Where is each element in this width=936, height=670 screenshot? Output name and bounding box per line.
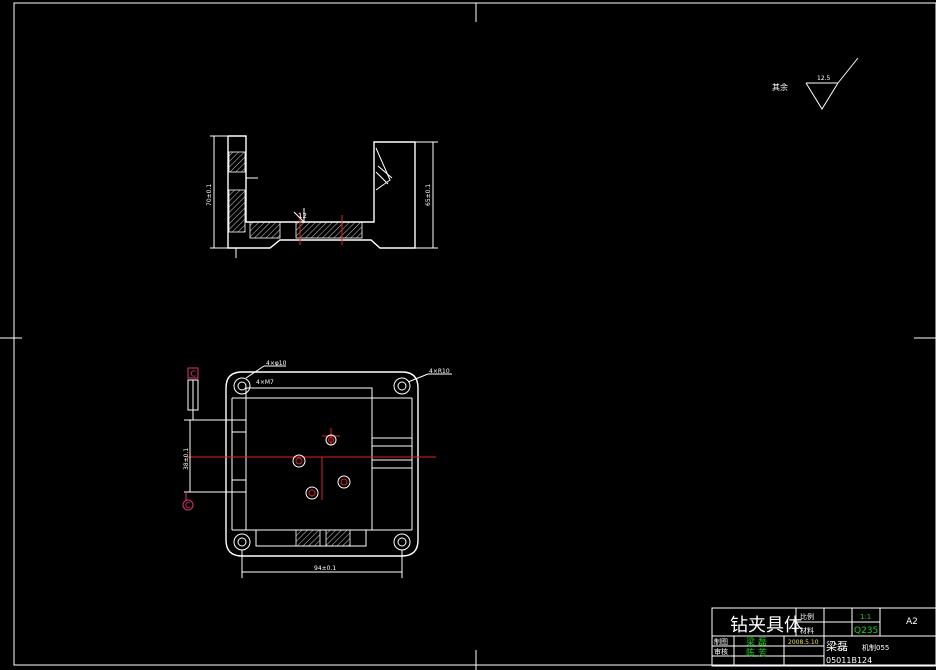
top-dim-height: 38±0.1 (183, 448, 190, 470)
section-label-bottom: C (185, 501, 191, 510)
drawn-by: 梁 磊 (746, 636, 767, 648)
top-dim-width: 94±0.1 (314, 565, 336, 572)
corner-hole-tr (393, 377, 411, 395)
front-view: 12 70±0.1 65±0.1 (206, 135, 438, 258)
drawing-frame (0, 2, 936, 670)
student-id: 05011B124 (826, 656, 872, 665)
roughness-prefix: 其余 (772, 82, 788, 92)
top-view: 4×φ10 4×M7 4×R10 94±0.1 38±0.1 C C (182, 360, 452, 578)
section-label-top: C (191, 370, 197, 379)
radius-callout: 4×R10 (429, 368, 450, 375)
drill-hole-4 (305, 486, 319, 500)
drawing-canvas: 其余 12.5 12 70±0.1 65±0.1 4×φ10 4×M7 4×R1… (0, 2, 936, 670)
front-dim-right: 65±0.1 (425, 184, 432, 206)
title-block: 钻夹具体 比例 1:1 材料 Q235 A2 制图 梁 磊 2008.5.10 … (711, 607, 936, 667)
corner-hole-bl (233, 533, 251, 551)
scale-label: 比例 (800, 612, 814, 621)
school-name: 梁磊 (826, 639, 848, 653)
checked-by: 陈 芳 (746, 647, 767, 659)
corner-hole-tl (233, 377, 251, 395)
material-label: 材料 (800, 626, 814, 635)
roughness-value: 12.5 (817, 75, 831, 82)
class-name: 机制055 (862, 643, 889, 652)
corner-hole-br (393, 533, 411, 551)
checked-label: 审核 (714, 647, 728, 656)
drill-hole-3 (337, 475, 351, 489)
sheet-size: A2 (906, 617, 918, 627)
hole-callout-2: 4×M7 (256, 379, 274, 386)
scale-value: 1:1 (860, 613, 871, 621)
material-value: Q235 (854, 626, 878, 636)
surface-mark: 12 (298, 212, 307, 220)
roughness-note: 其余 12.5 (772, 57, 859, 110)
title-part-name: 钻夹具体 (730, 615, 802, 636)
drawn-label: 制图 (714, 637, 728, 646)
drawn-date: 2008.5.10 (788, 639, 819, 646)
front-dim-left: 70±0.1 (206, 184, 213, 206)
hole-callout-1: 4×φ10 (266, 360, 287, 367)
